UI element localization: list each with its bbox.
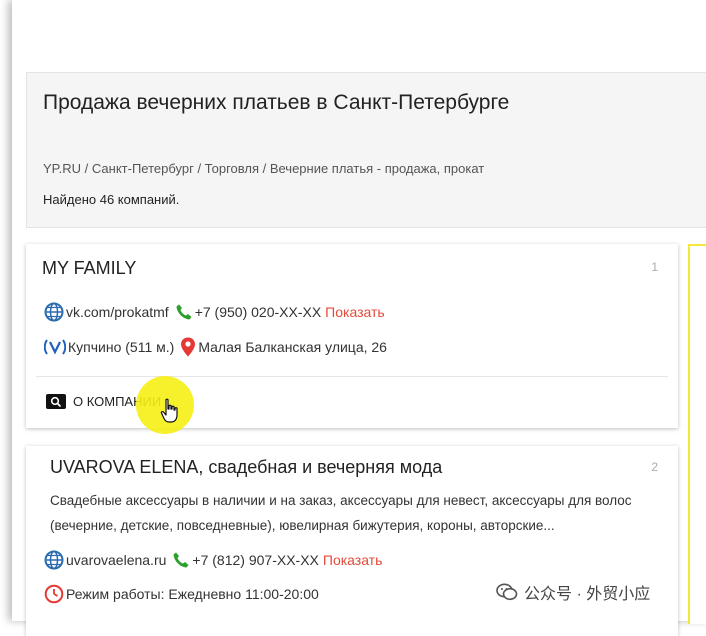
- globe-icon: [44, 550, 64, 570]
- metro-icon: [44, 338, 66, 356]
- show-phone-link[interactable]: Показать: [323, 552, 383, 568]
- results-count: Найдено 46 компаний.: [43, 192, 180, 207]
- company-card: 2 UVAROVA ELENA, свадебная и вечерняя мо…: [26, 446, 678, 636]
- working-hours: Режим работы: Ежедневно 11:00-20:00: [66, 586, 319, 602]
- phone-number: +7 (812) 907-XX-XX: [192, 552, 319, 568]
- phone-icon: [172, 551, 190, 569]
- contact-row: vk.com/prokatmf +7 (950) 020-XX-XX Показ…: [44, 302, 385, 322]
- page-title: Продажа вечерних платьев в Санкт-Петербу…: [43, 91, 510, 114]
- card-index: 2: [651, 460, 658, 474]
- breadcrumb[interactable]: YP.RU / Санкт-Петербург / Торговля / Веч…: [43, 161, 484, 176]
- company-name[interactable]: UVAROVA ELENA, свадебная и вечерняя мода: [50, 457, 442, 478]
- company-card: 1 MY FAMILY vk.com/prokatmf +7 (950) 020…: [26, 244, 678, 428]
- hand-cursor-icon: [160, 398, 180, 429]
- watermark: 公众号 · 外贸小应: [496, 580, 650, 604]
- website-link[interactable]: uvarovaelena.ru: [66, 552, 166, 568]
- search-header: Продажа вечерних платьев в Санкт-Петербу…: [26, 72, 706, 228]
- phone-number: +7 (950) 020-XX-XX: [194, 304, 322, 320]
- divider: [36, 376, 668, 377]
- show-phone-link[interactable]: Показать: [325, 304, 385, 320]
- wechat-icon: [496, 583, 518, 601]
- location-pin-icon: [180, 337, 196, 357]
- location-row: Купчино (511 м.) Малая Балканская улица,…: [44, 337, 387, 357]
- metro-station: Купчино (511 м.): [68, 339, 175, 355]
- card-index: 1: [651, 260, 658, 274]
- globe-icon: [44, 302, 64, 322]
- phone-icon: [175, 303, 193, 321]
- sidebar-panel: [688, 244, 706, 624]
- watermark-text: 公众号 · 外贸小应: [524, 586, 651, 603]
- magnifier-icon: [46, 394, 66, 409]
- contact-row: uvarovaelena.ru +7 (812) 907-XX-XX Показ…: [44, 550, 382, 570]
- clock-icon: [44, 584, 64, 604]
- company-description: Свадебные аксессуары в наличии и на зака…: [50, 493, 632, 533]
- company-name[interactable]: MY FAMILY: [42, 258, 136, 279]
- address: Малая Балканская улица, 26: [198, 339, 387, 355]
- hours-row: Режим работы: Ежедневно 11:00-20:00: [44, 584, 319, 604]
- website-link[interactable]: vk.com/prokatmf: [66, 304, 169, 320]
